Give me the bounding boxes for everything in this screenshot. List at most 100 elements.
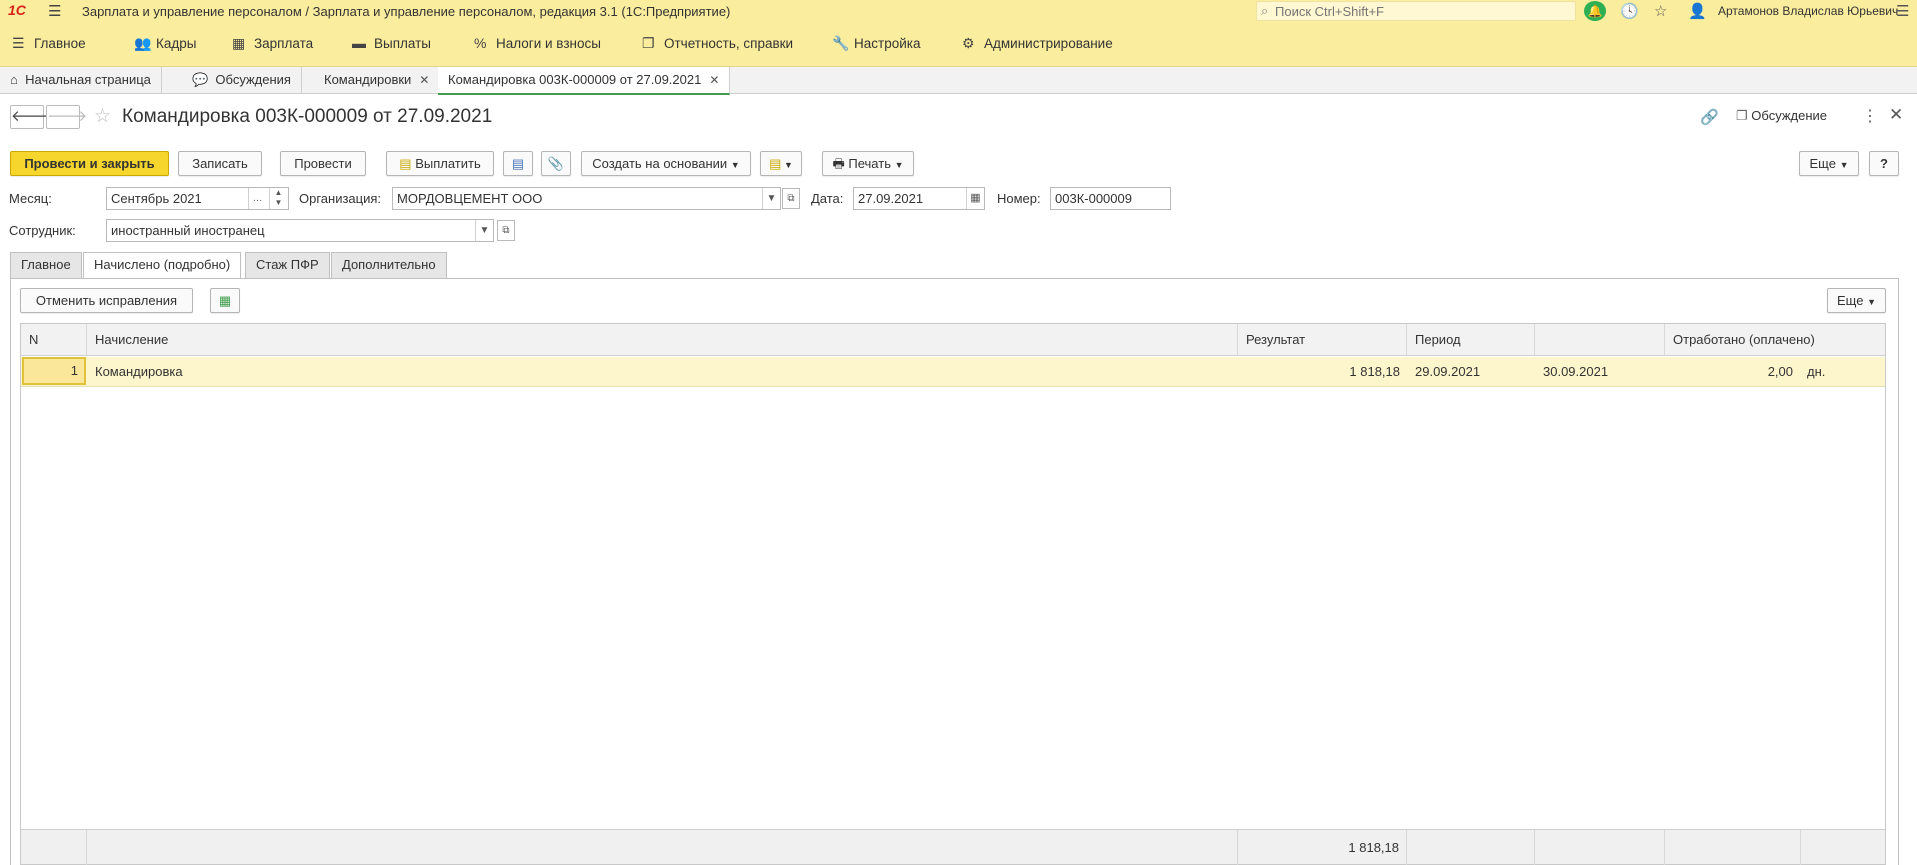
chevron-down-icon: ▼ <box>730 160 740 170</box>
app-logo: 1С <box>8 2 26 18</box>
number-input[interactable] <box>1055 190 1167 207</box>
back-button[interactable]: 🡐 <box>10 105 51 129</box>
open-windows-bar: ⌂ Начальная страница 💬 Обсуждения Команд… <box>0 67 1917 95</box>
chevron-down-icon: ▼ <box>1867 297 1876 307</box>
close-icon[interactable]: ✕ <box>419 73 429 87</box>
column-header-result[interactable]: Результат <box>1238 324 1407 356</box>
window-title: Зарплата и управление персоналом / Зарпл… <box>82 4 731 19</box>
attach-files-button[interactable]: 📎 <box>541 151 571 176</box>
post-and-close-button[interactable]: Провести и закрыть <box>10 151 169 176</box>
calculator-icon: ▦ <box>232 35 246 51</box>
dropdown-icon[interactable]: ▼ <box>475 220 493 241</box>
tab-pfr-experience[interactable]: Стаж ПФР <box>245 252 330 278</box>
column-header-n[interactable]: N <box>21 324 87 356</box>
month-spin-icon[interactable]: ▲ ▼ <box>269 188 287 209</box>
footer-cell <box>1535 830 1665 865</box>
add-row-button[interactable]: ▦ <box>210 288 240 313</box>
chat-icon: ❐ <box>1736 108 1748 123</box>
records-icon: ▤ <box>511 156 525 171</box>
footer-cell <box>1665 830 1801 865</box>
tab-main[interactable]: Главное <box>10 252 82 278</box>
search-icon: ⌕ <box>1261 3 1269 18</box>
user-icon[interactable]: 👤 <box>1688 2 1707 20</box>
history-icon[interactable]: 🕓 <box>1620 2 1639 20</box>
organization-field[interactable]: ▼ <box>392 187 781 210</box>
open-organization-button[interactable]: ⧉ <box>782 188 800 209</box>
register-records-button[interactable]: ▤ <box>503 151 533 176</box>
tab-discussions[interactable]: 💬 Обсуждения <box>182 67 302 94</box>
calendar-icon[interactable]: ▦ <box>966 188 984 209</box>
cancel-fixes-button[interactable]: Отменить исправления <box>20 288 193 313</box>
close-icon[interactable]: ✕ <box>709 73 719 87</box>
favorite-star-icon[interactable]: ☆ <box>94 105 111 128</box>
more-button[interactable]: Еще ▼ <box>1799 151 1859 176</box>
create-based-on-button[interactable]: Создать на основании ▼ <box>581 151 751 176</box>
footer-cell <box>87 830 1238 865</box>
accrual-cell[interactable]: Командировка <box>95 357 1225 387</box>
date-input[interactable] <box>858 190 963 207</box>
favorites-star-icon[interactable]: ☆ <box>1654 2 1667 20</box>
save-button[interactable]: Записать <box>178 151 262 176</box>
forward-button[interactable]: 🡒 <box>46 105 87 129</box>
user-name[interactable]: Артамонов Владислав Юрьевич <box>1718 4 1898 18</box>
printer-icon: 🖶 <box>832 156 845 171</box>
help-button[interactable]: ? <box>1869 151 1899 176</box>
page-title: Командировка 003К-000009 от 27.09.2021 <box>122 106 493 127</box>
document-actions-button[interactable]: ▤ ▼ <box>760 151 802 176</box>
open-employee-button[interactable]: ⧉ <box>497 220 515 241</box>
employee-field[interactable]: ▼ <box>106 219 494 242</box>
discussion-button[interactable]: ❐ Обсуждение <box>1736 108 1827 124</box>
select-ellipsis-icon[interactable]: … <box>248 188 266 209</box>
worked-cell[interactable]: 2,00 <box>1665 357 1793 387</box>
section-reports[interactable]: ❐ Отчетность, справки <box>642 35 793 55</box>
document-icon: ▤ <box>769 156 782 171</box>
section-salary[interactable]: ▦ Зарплата <box>232 35 313 55</box>
column-header-worked[interactable]: Отработано (оплачено) <box>1665 324 1885 356</box>
notifications-bell-icon[interactable]: 🔔 <box>1584 1 1606 21</box>
table-more-button[interactable]: Еще ▼ <box>1827 288 1886 313</box>
date-field[interactable]: ▦ <box>853 187 985 210</box>
dropdown-icon[interactable]: ▼ <box>762 188 780 209</box>
result-cell[interactable]: 1 818,18 <box>1238 357 1400 387</box>
print-button[interactable]: 🖶 Печать ▼ <box>822 151 914 176</box>
table-footer: 1 818,18 <box>21 829 1885 865</box>
tab-trips-list[interactable]: Командировки ✕ <box>314 67 441 94</box>
organization-input[interactable] <box>397 190 757 207</box>
close-icon[interactable]: ✕ <box>1889 105 1903 125</box>
settings-menu-icon[interactable]: ☰ <box>1896 2 1909 20</box>
section-hr[interactable]: 👥 Кадры <box>134 35 196 55</box>
tab-accrued-detailed[interactable]: Начислено (подробно) <box>83 252 242 279</box>
employee-input[interactable] <box>111 222 471 239</box>
global-search[interactable]: ⌕ <box>1256 1 1576 21</box>
worked-unit-cell: дн. <box>1807 364 1826 379</box>
number-field[interactable] <box>1050 187 1171 210</box>
column-header-period[interactable]: Период <box>1407 324 1535 356</box>
period-from-cell[interactable]: 29.09.2021 <box>1415 357 1533 387</box>
link-icon[interactable]: 🔗 <box>1700 108 1719 126</box>
section-admin[interactable]: ⚙ Администрирование <box>962 35 1113 55</box>
tab-additional[interactable]: Дополнительно <box>331 252 447 278</box>
more-actions-icon[interactable]: ⋮ <box>1862 106 1878 126</box>
month-input[interactable] <box>111 190 247 207</box>
pay-button[interactable]: ▤ Выплатить <box>386 151 494 176</box>
table-row[interactable]: 1 Командировка 1 818,18 29.09.2021 30.09… <box>21 357 1885 387</box>
percent-icon: % <box>474 35 487 51</box>
month-field[interactable]: … ▲▼ <box>106 187 289 210</box>
tab-home[interactable]: ⌂ Начальная страница <box>0 67 162 94</box>
search-input[interactable] <box>1275 3 1571 19</box>
section-payments[interactable]: ▬ Выплаты <box>352 35 431 55</box>
home-icon: ⌂ <box>10 72 18 87</box>
period-to-cell[interactable]: 30.09.2021 <box>1543 357 1661 387</box>
date-label: Дата: <box>811 191 844 206</box>
section-settings[interactable]: 🔧 Настройка <box>832 35 920 55</box>
section-taxes[interactable]: % Налоги и взносы <box>474 35 601 55</box>
tab-trip-document[interactable]: Командировка 003К-000009 от 27.09.2021 ✕ <box>438 67 731 95</box>
section-main[interactable]: ☰ Главное <box>12 35 86 55</box>
post-button[interactable]: Провести <box>280 151 366 176</box>
main-menu-icon[interactable]: ☰ <box>48 2 61 20</box>
column-header-period-end[interactable] <box>1535 324 1665 356</box>
title-bar: 1С ☰ Зарплата и управление персоналом / … <box>0 0 1917 22</box>
row-number-cell[interactable]: 1 <box>22 357 86 385</box>
people-icon: 👥 <box>134 35 152 51</box>
column-header-accrual[interactable]: Начисление <box>87 324 1238 356</box>
